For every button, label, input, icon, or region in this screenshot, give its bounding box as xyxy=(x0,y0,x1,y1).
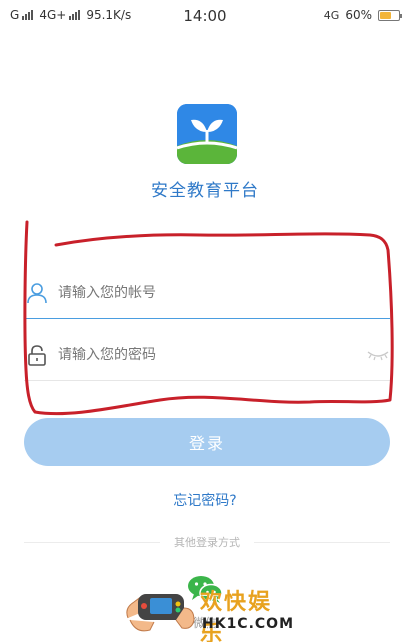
status-bar: G 4G+ 95.1K/s 14:00 4G 60% xyxy=(0,0,410,32)
eye-closed-icon[interactable] xyxy=(366,346,390,364)
gamepad-hands-icon xyxy=(126,594,195,632)
watermark: 欢快娱乐 HK1C.COM xyxy=(122,578,295,642)
divider-line xyxy=(24,541,160,543)
watermark-title: 欢快娱乐 xyxy=(200,590,273,642)
battery-percent: 60% xyxy=(345,8,372,22)
password-field[interactable] xyxy=(24,330,390,381)
other-login-text: 其他登录方式 xyxy=(174,536,240,549)
account-field[interactable] xyxy=(24,268,390,319)
battery-icon xyxy=(378,9,402,21)
sprout-logo-icon xyxy=(177,104,237,164)
battery-fill xyxy=(380,11,391,19)
forgot-password-link[interactable]: 忘记密码? xyxy=(0,490,410,510)
login-button[interactable]: 登录 xyxy=(24,418,390,466)
app-title: 安全教育平台 xyxy=(151,181,259,201)
lock-icon xyxy=(28,345,46,366)
other-login-divider: 其他登录方式 xyxy=(24,532,390,552)
status-right: 4G 60% xyxy=(323,8,402,22)
password-input[interactable] xyxy=(58,347,338,363)
login-screen: G 4G+ 95.1K/s 14:00 4G 60% 安全教育平台 请输入您的帐… xyxy=(0,0,410,642)
user-icon xyxy=(27,283,47,304)
network-type: 4G xyxy=(323,8,340,22)
app-logo-icon xyxy=(177,104,237,164)
account-input[interactable] xyxy=(58,285,338,301)
watermark-site: HK1C.COM xyxy=(202,616,295,632)
divider-line xyxy=(254,541,390,543)
